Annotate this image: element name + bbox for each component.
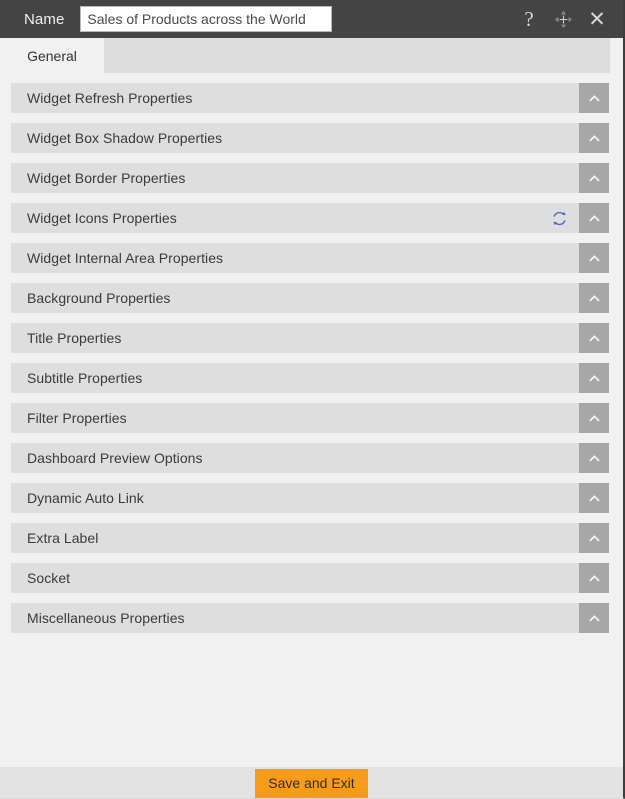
sync-refresh-icon[interactable] (545, 203, 573, 233)
chevron-up-icon[interactable] (579, 323, 609, 353)
accordion-row-actions (579, 323, 609, 353)
tab-strip-filler (104, 38, 610, 73)
accordion-title: Miscellaneous Properties (27, 610, 185, 626)
name-label: Name (24, 10, 65, 28)
accordion-title: Widget Icons Properties (27, 210, 177, 226)
accordion-row-actions (579, 403, 609, 433)
general-tab-panel: Widget Refresh Properties Widget Box Shad… (0, 73, 623, 767)
properties-accordion: Widget Refresh Properties Widget Box Shad… (11, 83, 609, 633)
accordion-row-actions (579, 83, 609, 113)
accordion-title: Background Properties (27, 290, 171, 306)
accordion-title: Dynamic Auto Link (27, 490, 144, 506)
chevron-up-icon[interactable] (579, 483, 609, 513)
accordion-title: Filter Properties (27, 410, 127, 426)
chevron-up-icon[interactable] (579, 283, 609, 313)
accordion-row-actions (579, 363, 609, 393)
accordion-row[interactable]: Title Properties (11, 323, 609, 353)
accordion-row[interactable]: Filter Properties (11, 403, 609, 433)
tab-strip: General (0, 38, 623, 73)
accordion-row-actions (579, 603, 609, 633)
chevron-up-icon[interactable] (579, 203, 609, 233)
widget-properties-dialog: Name ? (0, 0, 625, 799)
accordion-title: Widget Refresh Properties (27, 90, 193, 106)
accordion-row[interactable]: Widget Border Properties (11, 163, 609, 193)
chevron-up-icon[interactable] (579, 403, 609, 433)
widget-name-input[interactable] (80, 6, 333, 32)
chevron-up-icon[interactable] (579, 363, 609, 393)
accordion-row[interactable]: Extra Label (11, 523, 609, 553)
accordion-row[interactable]: Subtitle Properties (11, 363, 609, 393)
accordion-row-actions (579, 563, 609, 593)
accordion-title: Subtitle Properties (27, 370, 143, 386)
accordion-title: Title Properties (27, 330, 122, 346)
accordion-title: Widget Internal Area Properties (27, 250, 224, 266)
accordion-row[interactable]: Dashboard Preview Options (11, 443, 609, 473)
accordion-title: Widget Box Shadow Properties (27, 130, 223, 146)
accordion-row[interactable]: Dynamic Auto Link (11, 483, 609, 513)
accordion-row-actions (579, 163, 609, 193)
chevron-up-icon[interactable] (579, 563, 609, 593)
chevron-up-icon[interactable] (579, 123, 609, 153)
help-icon[interactable]: ? (517, 7, 541, 31)
chevron-up-icon[interactable] (579, 443, 609, 473)
accordion-row-actions (579, 123, 609, 153)
accordion-title: Widget Border Properties (27, 170, 186, 186)
accordion-row[interactable]: Widget Internal Area Properties (11, 243, 609, 273)
chevron-up-icon[interactable] (579, 163, 609, 193)
accordion-title: Dashboard Preview Options (27, 450, 203, 466)
accordion-row-actions (579, 483, 609, 513)
save-and-exit-button[interactable]: Save and Exit (255, 769, 368, 798)
titlebar-actions: ? ✕ (517, 7, 615, 31)
accordion-row[interactable]: Miscellaneous Properties (11, 603, 609, 633)
accordion-row[interactable]: Widget Refresh Properties (11, 83, 609, 113)
tab-general[interactable]: General (0, 38, 104, 73)
accordion-row[interactable]: Widget Icons Properties (11, 203, 609, 233)
accordion-row[interactable]: Background Properties (11, 283, 609, 313)
accordion-row[interactable]: Socket (11, 563, 609, 593)
accordion-title: Socket (27, 570, 71, 586)
accordion-row-actions (579, 523, 609, 553)
move-four-arrows-icon[interactable] (551, 7, 575, 31)
accordion-row-actions (579, 243, 609, 273)
chevron-up-icon[interactable] (579, 243, 609, 273)
accordion-row-actions (545, 203, 609, 233)
chevron-up-icon[interactable] (579, 603, 609, 633)
close-x-icon[interactable]: ✕ (585, 7, 609, 31)
accordion-row-actions (579, 283, 609, 313)
chevron-up-icon[interactable] (579, 83, 609, 113)
dialog-footer: Save and Exit (0, 767, 623, 798)
dialog-titlebar: Name ? (0, 0, 623, 38)
accordion-row-actions (579, 443, 609, 473)
accordion-title: Extra Label (27, 530, 99, 546)
chevron-up-icon[interactable] (579, 523, 609, 553)
accordion-row[interactable]: Widget Box Shadow Properties (11, 123, 609, 153)
